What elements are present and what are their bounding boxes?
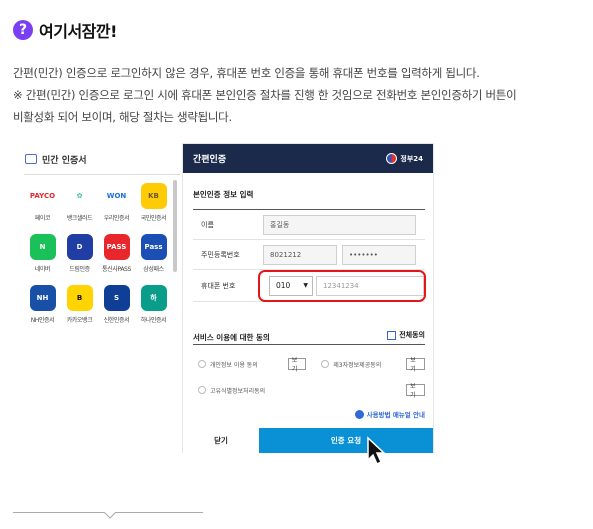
agree-all-checkbox[interactable]: 전체동의	[387, 330, 425, 340]
view-button[interactable]: 보기	[406, 383, 425, 399]
radio-icon[interactable]	[321, 360, 330, 368]
cert-label: 우리인증서	[103, 215, 130, 222]
manual-guide-link[interactable]: 사용방법 매뉴얼 안내	[354, 409, 425, 419]
name-field[interactable]: 홍길동	[263, 214, 416, 235]
cert-grid: PAYCO 페이코 ✿ 뱅크샐러드 WON 우리인증서 KB 국민인증서 N 네이버 D 드림인증 PA…	[24, 183, 172, 324]
private-cert-title: 민간 인증서	[42, 155, 87, 166]
agree-divider	[193, 344, 425, 345]
simple-auth-panel: 간편인증 정부24 본인인증 정보 입력 이름 홍길동 주민등록번호 80212…	[182, 143, 434, 453]
rrn-label: 주민등록번호	[201, 250, 240, 259]
cert-logo-icon: N	[29, 234, 56, 260]
cert-option[interactable]: 하하나인증서	[135, 285, 172, 324]
cert-label: 신한인증서	[103, 317, 130, 324]
consent-row: 개인정보 이용 동의 보기 제3자정보제공동의 보기	[193, 354, 426, 374]
cert-logo-icon: D	[66, 234, 93, 260]
cert-option[interactable]: PASS 통신사PASS	[98, 234, 135, 273]
cert-option[interactable]: PAYCO 페이코	[24, 183, 61, 222]
cert-logo-icon: PAYCO	[29, 183, 56, 209]
radio-icon[interactable]	[198, 360, 206, 368]
certificate-icon	[25, 154, 37, 164]
cert-logo-icon: B	[66, 285, 93, 311]
agree-section-title: 서비스 이용에 대한 동의	[193, 333, 270, 342]
cert-logo-icon: WON	[103, 183, 130, 209]
highlight-box	[258, 270, 426, 302]
cert-option[interactable]: ✿ 뱅크샐러드	[61, 183, 98, 222]
question-icon: ?	[13, 20, 33, 40]
phone-label: 휴대폰 번호	[201, 281, 236, 290]
cert-option[interactable]: N 네이버	[24, 234, 61, 273]
cert-option[interactable]: NH NH인증서	[24, 285, 61, 324]
name-label: 이름	[201, 220, 214, 229]
mouse-cursor-icon	[367, 436, 386, 466]
private-cert-header: 민간 인증서	[24, 148, 180, 170]
cert-label: 드림인증	[69, 266, 90, 273]
cert-label: 통신사PASS	[102, 266, 131, 273]
person-icon	[354, 409, 364, 419]
notice-header: ? 여기서잠깐!	[13, 18, 117, 42]
cert-option[interactable]: KB 국민인증서	[135, 183, 172, 222]
description-line: ※ 간편(민간) 인증으로 로그인 시에 휴대폰 본인인증 절차를 진행 한 것…	[13, 88, 517, 102]
cert-label: 국민인증서	[140, 215, 167, 222]
name-row: 이름 홍길동	[193, 210, 425, 240]
guide-label: 사용방법 매뉴얼 안내	[366, 411, 425, 419]
consent-row: 고유식별정보처리동의 보기	[193, 380, 425, 400]
cert-logo-icon: KB	[140, 183, 167, 209]
auth-panel-title: 간편인증	[193, 155, 227, 165]
cert-option[interactable]: S 신한인증서	[98, 285, 135, 324]
cert-label: 페이코	[34, 215, 51, 222]
consent-label: 고유식별정보처리동의	[209, 387, 266, 395]
cert-logo-icon: S	[103, 285, 130, 311]
scrollbar[interactable]	[173, 180, 177, 272]
gov-emblem-icon	[386, 153, 398, 164]
notice-description: 간편(민간) 인증으로 로그인하지 않은 경우, 휴대폰 번호 인증을 통해 휴…	[13, 62, 588, 128]
auth-panel-actions: 닫기 인증 요청	[183, 428, 433, 453]
cert-logo-icon: Pass	[140, 234, 167, 260]
auth-request-button[interactable]: 인증 요청	[259, 428, 433, 453]
radio-icon[interactable]	[198, 386, 206, 394]
rrn-back-field[interactable]: •••••••	[342, 244, 416, 265]
view-button[interactable]: 보기	[287, 357, 307, 373]
view-button[interactable]: 보기	[406, 357, 426, 373]
cert-option[interactable]: D 드림인증	[61, 234, 98, 273]
cert-logo-icon: NH	[29, 285, 56, 311]
cert-option[interactable]: Pass 삼성패스	[135, 234, 172, 273]
description-line: 비활성화 되어 보이며, 해당 절차는 생략됩니다.	[13, 110, 232, 124]
gov24-label: 정부24	[400, 154, 423, 163]
close-button[interactable]: 닫기	[183, 428, 259, 453]
rrn-front-field[interactable]: 8021212	[263, 244, 337, 265]
divider-notch-icon	[104, 512, 116, 519]
cert-label: 삼성패스	[143, 266, 164, 273]
consent-label: 제3자정보제공동의	[333, 361, 382, 369]
notice-title: 여기서잠깐!	[39, 22, 117, 41]
cert-label: 네이버	[34, 266, 51, 273]
rrn-row: 주민등록번호 8021212 •••••••	[193, 240, 425, 270]
section-title: 본인인증 정보 입력	[193, 190, 254, 199]
cert-logo-icon: ✿	[66, 183, 93, 209]
private-cert-panel: 민간 인증서 PAYCO 페이코 ✿ 뱅크샐러드 WON 우리인증서 KB 국민인증서 N 네이버…	[24, 148, 180, 444]
gov24-logo: 정부24	[386, 153, 423, 164]
cert-option[interactable]: B 카카오뱅크	[61, 285, 98, 324]
cert-logo-icon: 하	[140, 285, 167, 311]
cert-option[interactable]: WON 우리인증서	[98, 183, 135, 222]
cert-label: 카카오뱅크	[66, 317, 93, 324]
cert-label: 하나인증서	[140, 317, 167, 324]
cert-label: 뱅크샐러드	[66, 215, 93, 222]
cert-logo-icon: PASS	[103, 234, 130, 260]
consent-label: 개인정보 이용 동의	[209, 361, 258, 369]
auth-panel-header: 간편인증 정부24	[183, 144, 433, 173]
description-line: 간편(민간) 인증으로 로그인하지 않은 경우, 휴대폰 번호 인증을 통해 휴…	[13, 66, 480, 80]
cert-label: NH인증서	[30, 317, 55, 324]
checkbox-icon	[387, 330, 397, 340]
agree-all-label: 전체동의	[399, 331, 425, 339]
divider	[24, 174, 180, 175]
